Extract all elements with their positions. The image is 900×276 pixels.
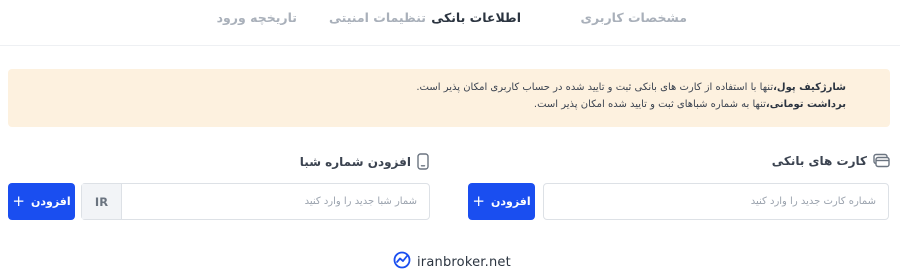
shaba-title: افزودن شماره شبا	[299, 154, 411, 169]
card-number-field[interactable]	[543, 183, 889, 220]
watermark-text: iranbroker.net	[417, 254, 511, 270]
shaba-number-field[interactable]: IR	[81, 183, 430, 220]
shaba-header: افزودن شماره شبا	[300, 153, 429, 170]
notice-withdraw-text: تنها به شماره شباهای ثبت و تایید شده امک…	[533, 99, 766, 110]
tab-bank-info[interactable]: اطلاعات بانکی	[431, 10, 521, 25]
notice-line-wallet: شارژکیف پول،تنها با استفاده از کارت های …	[8, 79, 846, 96]
card-number-input[interactable]	[544, 184, 888, 219]
settings-tabs: مشخصات کاربری اطلاعات بانکی تنظیمات امنی…	[0, 0, 900, 46]
tab-login-history[interactable]: تاریخچه ورود	[217, 10, 297, 25]
tab-user-profile[interactable]: مشخصات کاربری	[581, 10, 687, 25]
shaba-number-input[interactable]	[122, 184, 429, 219]
add-card-label: افزودن	[490, 195, 531, 208]
notice-wallet-title: شارژکیف پول،	[773, 82, 846, 93]
notice-wallet-text: تنها با استفاده از کارت های بانکی ثبت و …	[416, 82, 774, 93]
tab-security-settings[interactable]: تنظیمات امنیتی	[329, 10, 426, 25]
ir-prefix: IR	[82, 184, 122, 219]
info-notice: شارژکیف پول،تنها با استفاده از کارت های …	[8, 69, 890, 127]
bank-card-icon	[873, 153, 890, 168]
add-shaba-button[interactable]: افزودن +	[8, 183, 75, 220]
plus-icon: +	[472, 192, 485, 210]
bank-cards-title: کارت های بانکی	[771, 153, 867, 168]
notice-withdraw-title: برداشت تومانی،	[765, 99, 846, 110]
add-shaba-label: افزودن	[30, 195, 71, 208]
bank-cards-header: کارت های بانکی	[772, 153, 890, 168]
notice-line-withdraw: برداشت تومانی،تنها به شماره شباهای ثبت و…	[8, 96, 846, 113]
plus-icon: +	[12, 192, 25, 210]
phone-icon	[417, 153, 429, 170]
watermark: iranbroker.net	[393, 251, 511, 273]
iranbroker-logo-icon	[393, 251, 411, 273]
add-card-button[interactable]: افزودن +	[468, 183, 535, 220]
